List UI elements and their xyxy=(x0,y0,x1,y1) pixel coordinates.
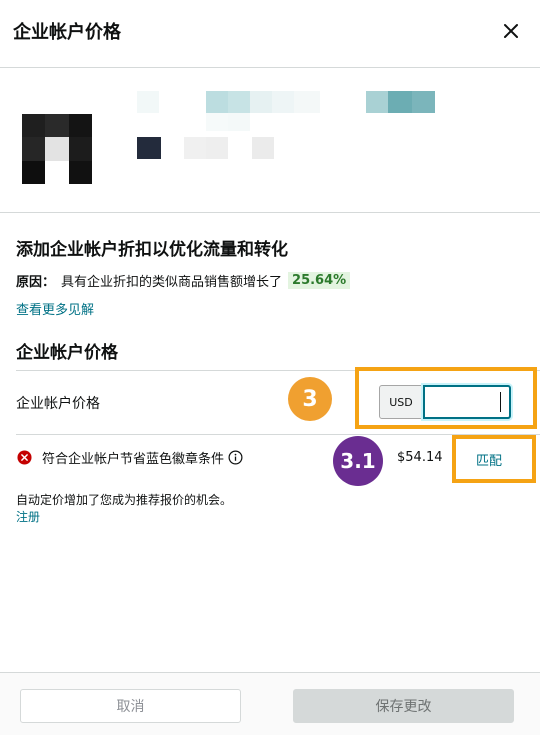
cancel-button[interactable]: 取消 xyxy=(20,689,241,723)
business-price-label: 企业帐户价格 xyxy=(16,396,100,412)
error-circle-icon xyxy=(17,450,32,465)
match-price: $54.14 xyxy=(397,450,443,465)
dialog-title: 企业帐户价格 xyxy=(13,22,121,43)
reason-label: 原因： xyxy=(16,275,56,290)
eligibility-text: 符合企业帐户节省蓝色徽章条件 xyxy=(42,452,225,467)
close-icon xyxy=(504,24,518,38)
info-icon[interactable] xyxy=(228,450,243,465)
text-caret xyxy=(500,392,501,412)
step-3-badge: 3 xyxy=(288,377,332,421)
step-3-1-badge: 3.1 xyxy=(333,436,383,486)
dialog-footer: 取消 保存更改 xyxy=(0,672,540,735)
product-image xyxy=(22,114,92,184)
match-link[interactable]: 匹配 xyxy=(476,450,502,469)
auto-pricing-text: 自动定价增加了您成为推荐报价的机会。 xyxy=(16,493,233,507)
close-button[interactable] xyxy=(500,20,522,42)
insight-reason: 原因： 具有企业折扣的类似商品销售额增长了 25.64% xyxy=(16,271,351,290)
dialog-header: 企业帐户价格 xyxy=(0,0,540,68)
reason-percent-badge: 25.64% xyxy=(288,272,351,289)
currency-label: USD xyxy=(379,385,423,419)
business-price-input[interactable] xyxy=(423,385,511,419)
insight-title: 添加企业帐户折扣以优化流量和转化 xyxy=(16,240,288,260)
section-title: 企业帐户价格 xyxy=(16,343,118,363)
register-link[interactable]: 注册 xyxy=(16,508,40,525)
see-more-insights-link[interactable]: 查看更多见解 xyxy=(16,299,94,318)
reason-text: 具有企业折扣的类似商品销售额增长了 xyxy=(61,275,283,290)
eligibility-row: 符合企业帐户节省蓝色徽章条件 xyxy=(42,448,243,467)
product-summary xyxy=(0,69,540,213)
save-changes-button[interactable]: 保存更改 xyxy=(293,689,514,723)
